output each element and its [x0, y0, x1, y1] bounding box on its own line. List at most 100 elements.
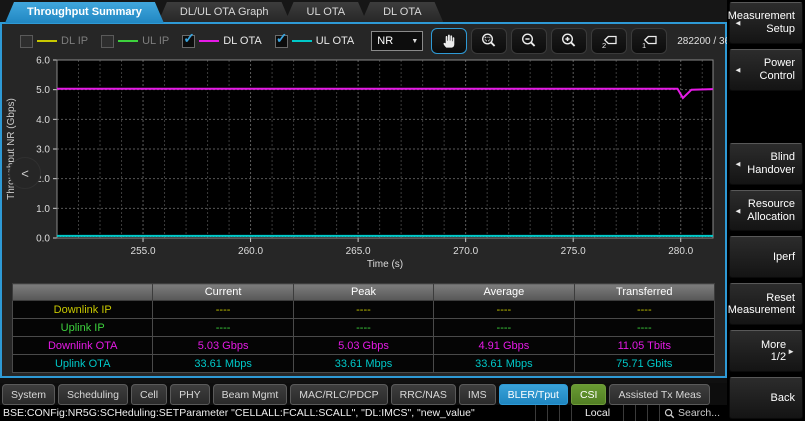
app-window: Throughput SummaryDL/UL OTA GraphUL OTAD… — [0, 0, 805, 421]
table-row-uplink-ip: Uplink IP---------------- — [13, 319, 715, 337]
legend-item-ul-ota: ✓UL OTA — [275, 35, 355, 48]
softkey-reset-measurement[interactable]: Reset Measurement — [729, 283, 803, 325]
stat-value: 5.03 Gbps — [293, 337, 433, 355]
bottom-tab-beam-mgmt[interactable]: Beam Mgmt — [213, 384, 288, 405]
series-color-swatch — [118, 40, 138, 42]
status-segment — [623, 405, 635, 421]
svg-text:4.0: 4.0 — [36, 115, 50, 126]
scpi-command-text: BSE:CONFig:NR5G:SCHeduling:SETParameter … — [0, 407, 535, 419]
zoom-in-button[interactable] — [551, 28, 587, 54]
chevron-down-icon: ▼ — [411, 38, 418, 45]
bottom-tab-scheduling[interactable]: Scheduling — [58, 384, 128, 405]
checkbox-ul-ota[interactable]: ✓ — [275, 35, 288, 48]
chevron-left-icon: < — [21, 166, 29, 181]
svg-text:1.0: 1.0 — [36, 204, 50, 215]
triangle-left-icon: ◄ — [734, 65, 742, 74]
softkey-blind-handover[interactable]: ◄Blind Handover — [729, 143, 803, 185]
marker-2-button[interactable]: 2 — [591, 28, 627, 54]
main-area: Throughput SummaryDL/UL OTA GraphUL OTAD… — [0, 0, 727, 421]
softkey-back[interactable]: Back — [729, 377, 803, 419]
pan-hand-button[interactable] — [431, 28, 467, 54]
search-icon — [664, 408, 675, 419]
table-row-downlink-ota: Downlink OTA5.03 Gbps5.03 Gbps4.91 Gbps1… — [13, 337, 715, 355]
tab-dl-ota[interactable]: DL OTA — [361, 2, 444, 23]
svg-text:6.0: 6.0 — [36, 56, 50, 67]
stat-value: 33.61 Mbps — [153, 355, 293, 373]
legend-item-dl-ota: ✓ DL OTA — [182, 35, 262, 48]
column-header-transferred: Transferred — [574, 284, 714, 301]
search-box[interactable] — [659, 405, 727, 421]
stats-table-header-row: CurrentPeakAverageTransferred — [13, 284, 715, 301]
series-color-swatch — [37, 40, 57, 42]
throughput-chart[interactable]: 0.01.02.03.04.05.06.0255.0260.0265.0270.… — [2, 54, 725, 270]
checkbox-ul-ip[interactable] — [101, 35, 114, 48]
collapse-panel-button[interactable]: < — [9, 157, 41, 189]
svg-text:1: 1 — [642, 41, 646, 50]
softkey-power-control[interactable]: ◄Power Control — [729, 49, 803, 91]
chart-toolbar: 21 — [431, 28, 671, 54]
stat-value: ---- — [574, 319, 714, 337]
row-label: Downlink OTA — [13, 337, 153, 355]
row-label: Uplink IP — [13, 319, 153, 337]
bottom-tab-csi[interactable]: CSI — [571, 384, 607, 405]
status-bar: BSE:CONFig:NR5G:SCHeduling:SETParameter … — [0, 405, 727, 421]
graph-tab-bar: Throughput SummaryDL/UL OTA GraphUL OTAD… — [0, 0, 727, 23]
row-label: Uplink OTA — [13, 355, 153, 373]
checkmark-icon: ✓ — [276, 30, 288, 47]
x-axis-label: Time (s) — [367, 259, 403, 270]
marker-1-icon: 1 — [640, 32, 658, 50]
local-mode-label: Local — [585, 407, 610, 419]
legend-label: UL IP — [142, 35, 169, 47]
stat-value: ---- — [153, 319, 293, 337]
checkbox-dl-ip[interactable] — [20, 35, 33, 48]
svg-text:3.0: 3.0 — [36, 145, 50, 156]
bottom-tab-assisted-tx-meas[interactable]: Assisted Tx Meas — [609, 384, 710, 405]
legend-label: DL OTA — [223, 35, 262, 47]
tab-dl-ul-ota-graph[interactable]: DL/UL OTA Graph — [158, 2, 291, 23]
triangle-left-icon: ◄ — [734, 206, 742, 215]
triangle-left-icon: ◄ — [734, 159, 742, 168]
technology-dropdown[interactable]: NR ▼ — [371, 31, 423, 51]
softkey-more-1-2[interactable]: More 1/2► — [729, 330, 803, 372]
local-mode-indicator: Local — [571, 405, 623, 421]
softkey-sidebar: ◄Measurement Setup◄Power Control◄Blind H… — [727, 0, 805, 421]
softkey-label: Back — [771, 392, 795, 405]
softkey-resource-allocation[interactable]: ◄Resource Allocation — [729, 190, 803, 232]
bottom-tab-ims[interactable]: IMS — [459, 384, 496, 405]
softkey-measurement-setup[interactable]: ◄Measurement Setup — [729, 2, 803, 44]
tab-ul-ota[interactable]: UL OTA — [285, 2, 368, 23]
stat-value: 33.61 Mbps — [434, 355, 574, 373]
zoom-out-button[interactable] — [511, 28, 547, 54]
bottom-tab-system[interactable]: System — [2, 384, 55, 405]
column-header-peak: Peak — [293, 284, 433, 301]
svg-text:260.0: 260.0 — [238, 246, 263, 257]
bottom-tab-cell[interactable]: Cell — [131, 384, 167, 405]
bottom-tab-mac-rlc-pdcp[interactable]: MAC/RLC/PDCP — [290, 384, 387, 405]
category-tab-bar: SystemSchedulingCellPHYBeam MgmtMAC/RLC/… — [0, 383, 727, 405]
search-input[interactable] — [678, 407, 726, 419]
stat-value: ---- — [434, 301, 574, 319]
throughput-stats-table: CurrentPeakAverageTransferred Downlink I… — [12, 283, 715, 373]
chart-region: 0.01.02.03.04.05.06.0255.0260.0265.0270.… — [2, 54, 725, 270]
bottom-tab-phy[interactable]: PHY — [170, 384, 210, 405]
status-segment — [547, 405, 559, 421]
svg-text:270.0: 270.0 — [453, 246, 478, 257]
softkey-iperf[interactable]: Iperf — [729, 236, 803, 278]
zoom-selection-icon — [480, 32, 498, 50]
tab-throughput-summary[interactable]: Throughput Summary — [5, 2, 164, 23]
triangle-right-icon: ► — [787, 347, 795, 356]
checkbox-dl-ota[interactable]: ✓ — [182, 35, 195, 48]
triangle-left-icon: ◄ — [734, 18, 742, 27]
svg-text:255.0: 255.0 — [131, 246, 156, 257]
stat-value: 11.05 Tbits — [574, 337, 714, 355]
stat-value: 75.71 Gbits — [574, 355, 714, 373]
bottom-tab-bler-tput[interactable]: BLER/Tput — [499, 384, 568, 405]
marker-1-button[interactable]: 1 — [631, 28, 667, 54]
softkey-label: More 1/2 — [743, 339, 786, 364]
legend-toolbar-row: DL IPUL IP✓DL OTA✓UL OTA NR ▼ 21 282200 … — [2, 26, 723, 56]
softkey-label: Power Control — [743, 57, 795, 82]
stat-value: ---- — [293, 301, 433, 319]
status-segment — [647, 405, 659, 421]
zoom-selection-button[interactable] — [471, 28, 507, 54]
bottom-tab-rrc-nas[interactable]: RRC/NAS — [391, 384, 456, 405]
